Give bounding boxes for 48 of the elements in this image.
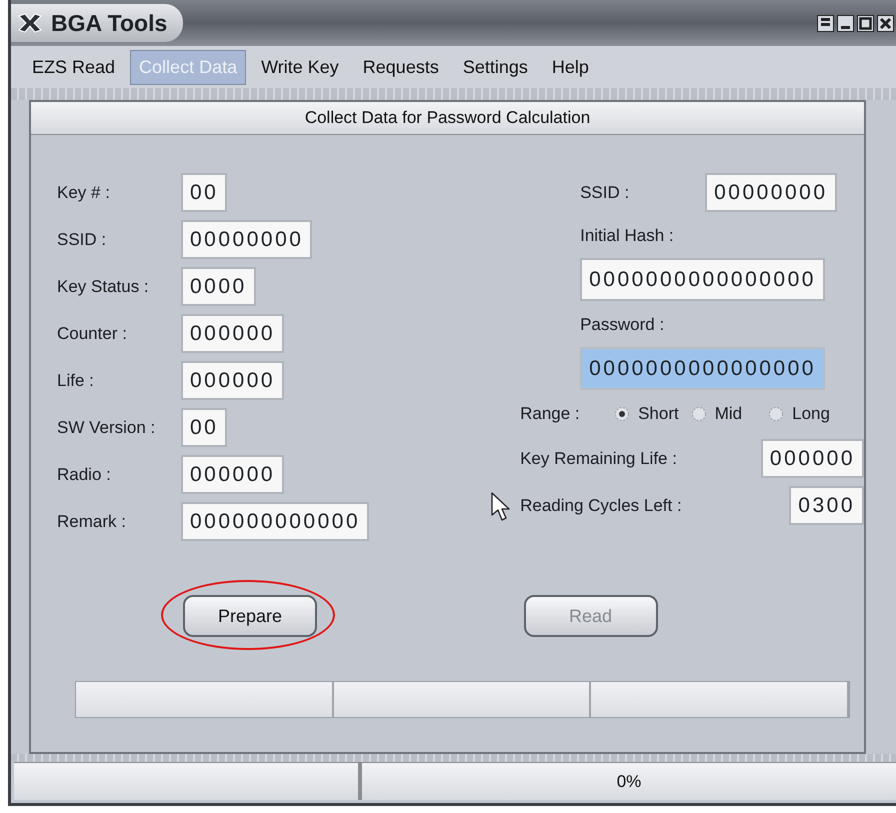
field-label: Life :: [57, 370, 95, 390]
text-field[interactable]: 000000: [181, 361, 284, 400]
field-label: Key Remaining Life :: [520, 448, 677, 468]
field-label: Password :: [580, 315, 664, 335]
maximize-button[interactable]: [857, 14, 874, 32]
minimize-button[interactable]: [837, 14, 854, 32]
field-label: Range :: [520, 404, 581, 424]
text-field[interactable]: 000000: [181, 314, 284, 353]
text-field[interactable]: 00: [181, 408, 228, 447]
field-label: Radio :: [57, 464, 112, 484]
menu-item[interactable]: EZS Read: [23, 50, 124, 84]
progress-percent: 0%: [616, 772, 642, 792]
text-field[interactable]: 0000: [181, 267, 256, 306]
radio-label: Long: [792, 404, 830, 424]
field-label: Reading Cycles Left :: [520, 496, 682, 516]
close-button[interactable]: [877, 14, 894, 32]
field-label: Remark :: [57, 512, 127, 532]
panel-title: Collect Data for Password Calculation: [31, 102, 864, 135]
text-field[interactable]: 00: [181, 173, 228, 212]
window-title: BGA Tools: [51, 10, 168, 36]
radio-label: Short: [638, 404, 679, 424]
radio-label: Mid: [714, 404, 742, 424]
field-label: Counter :: [57, 324, 128, 344]
menu-item[interactable]: Settings: [454, 50, 537, 84]
cursor-icon: [490, 491, 512, 523]
text-field[interactable]: 00000000: [181, 220, 312, 259]
radio-button[interactable]: [614, 406, 630, 422]
field-label: Initial Hash :: [580, 226, 674, 246]
text-field[interactable]: 000000: [181, 455, 284, 494]
field-label: SSID :: [57, 230, 108, 250]
radio-button[interactable]: [768, 406, 784, 422]
field-label: Key Status :: [57, 276, 150, 296]
menu-item[interactable]: Help: [542, 50, 598, 84]
tools-icon: [17, 12, 43, 34]
field-label: SW Version :: [57, 418, 156, 438]
radio-button[interactable]: [690, 406, 707, 422]
text-field[interactable]: 000000000000: [181, 502, 370, 541]
button[interactable]: Prepare: [183, 595, 317, 637]
text-field[interactable]: 0000000000000000: [580, 347, 825, 390]
field-label: SSID :: [580, 182, 630, 202]
menu-item[interactable]: Write Key: [252, 50, 348, 84]
text-field[interactable]: 000000: [760, 439, 864, 478]
field-label: Key # :: [57, 182, 111, 202]
text-field[interactable]: 0300: [789, 486, 864, 525]
text-field[interactable]: 0000000000000000: [580, 258, 825, 301]
menu-item[interactable]: Requests: [354, 50, 448, 84]
text-field[interactable]: 00000000: [705, 173, 837, 212]
restore-button[interactable]: [817, 14, 834, 32]
